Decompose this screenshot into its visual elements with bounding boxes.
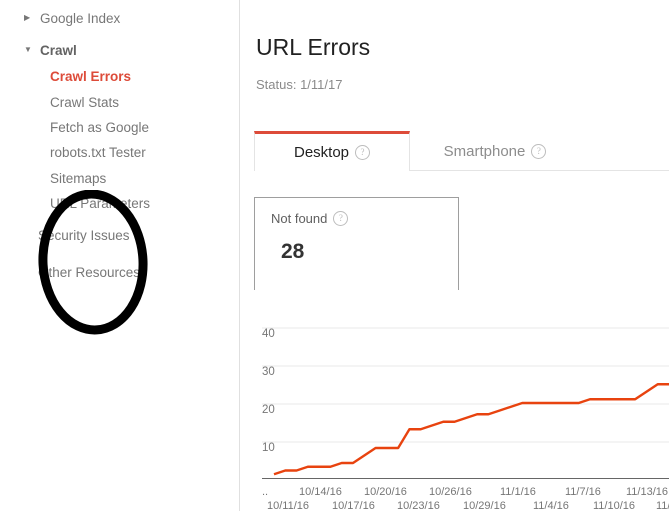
sidebar-item-url-parameters[interactable]: URL Parameters — [0, 191, 239, 215]
x-tick-label: 10/17/16 — [332, 500, 375, 510]
page-title: URL Errors — [256, 34, 371, 60]
x-tick-label: 10/14/16 — [299, 486, 342, 498]
status-text: Status: 1/11/17 — [256, 77, 343, 92]
x-tick-label: 10/29/16 — [463, 500, 506, 510]
sidebar-item-label: Crawl Errors — [50, 68, 132, 84]
y-tick-label: 20 — [262, 404, 275, 416]
sidebar-item-label: Fetch as Google — [50, 119, 150, 135]
help-icon[interactable]: ? — [531, 143, 547, 159]
x-tick-label: 11/7/16 — [565, 486, 601, 498]
y-tick-label: 40 — [262, 328, 275, 340]
sidebar-item-label: Security Issues — [38, 227, 130, 243]
tab-label: Smartphone — [443, 142, 526, 160]
sidebar-item-label: robots.txt Tester — [50, 144, 146, 160]
sidebar-item-crawl-stats[interactable]: Crawl Stats — [0, 90, 239, 114]
sidebar-item-label: Crawl — [40, 42, 77, 58]
x-tick-label-truncated: 11/ — [656, 500, 669, 510]
sidebar-item-crawl-errors[interactable]: Crawl Errors — [0, 64, 239, 88]
chart-gridlines — [262, 327, 669, 443]
sidebar-item-crawl[interactable]: ▼ Crawl — [0, 38, 239, 62]
url-errors-page: ▶ Google Index ▼ Crawl Crawl Errors Craw… — [0, 0, 669, 511]
chart-x-axis-labels-bottom: 10/11/16 10/17/16 10/23/16 10/29/16 11/4… — [267, 500, 669, 510]
x-tick-label: 10/23/16 — [397, 500, 440, 510]
sidebar-navigation: ▶ Google Index ▼ Crawl Crawl Errors Craw… — [0, 0, 240, 511]
error-card-label: Not found — [271, 211, 328, 226]
chart-svg: 40 30 20 10 .. 10/14/16 10/20/16 10/26/1… — [262, 327, 669, 510]
x-tick-label: 11/4/16 — [533, 500, 569, 510]
main-content: URL Errors Status: 1/11/17 Desktop ? Sma… — [240, 0, 669, 511]
sidebar-item-label: Sitemaps — [50, 170, 107, 186]
x-tick-label: 11/13/16 — [626, 486, 668, 498]
sidebar-item-security-issues[interactable]: Security Issues — [0, 223, 239, 247]
x-tick-label: 10/20/16 — [364, 486, 407, 498]
triangle-right-icon: ▶ — [24, 13, 31, 22]
sidebar-item-sitemaps[interactable]: Sitemaps — [0, 166, 239, 190]
sidebar-item-fetch-as-google[interactable]: Fetch as Google — [0, 115, 239, 139]
help-icon[interactable]: ? — [333, 211, 349, 226]
url-errors-trend-chart: 40 30 20 10 .. 10/14/16 10/20/16 10/26/1… — [252, 320, 669, 510]
error-card-count: 28 — [281, 240, 305, 263]
chart-x-axis-labels-top: .. 10/14/16 10/20/16 10/26/16 11/1/16 11… — [262, 486, 668, 498]
y-tick-label: 30 — [262, 366, 275, 378]
sidebar-item-label: Crawl Stats — [50, 94, 120, 110]
tab-smartphone[interactable]: Smartphone ? — [410, 131, 580, 171]
sidebar-item-other-resources[interactable]: Other Resources — [0, 260, 239, 284]
sidebar-item-label: Other Resources — [38, 264, 141, 280]
x-tick-label: 11/1/16 — [500, 486, 536, 498]
x-tick-label: 10/26/16 — [429, 486, 472, 498]
tab-desktop[interactable]: Desktop ? — [254, 131, 410, 171]
x-axis-leading-marker: .. — [262, 486, 268, 498]
tab-bar: Desktop ? Smartphone ? — [254, 131, 669, 171]
sidebar-item-label: URL Parameters — [50, 195, 151, 211]
tab-label: Desktop — [293, 144, 350, 161]
chart-series-line — [273, 383, 669, 476]
triangle-down-icon: ▼ — [24, 45, 32, 54]
y-tick-label: 10 — [262, 442, 275, 454]
error-type-card-not-found[interactable]: Not found ? 28 — [254, 197, 459, 290]
x-tick-label: 10/11/16 — [267, 500, 309, 510]
sidebar-item-google-index[interactable]: ▶ Google Index — [0, 6, 239, 30]
error-card-header: Not found ? — [271, 211, 349, 226]
help-icon[interactable]: ? — [355, 145, 371, 160]
chart-y-axis-labels: 40 30 20 10 — [262, 328, 275, 454]
sidebar-item-label: Google Index — [40, 10, 121, 26]
x-tick-label: 11/10/16 — [593, 500, 635, 510]
sidebar-item-robots-txt-tester[interactable]: robots.txt Tester — [0, 140, 239, 164]
